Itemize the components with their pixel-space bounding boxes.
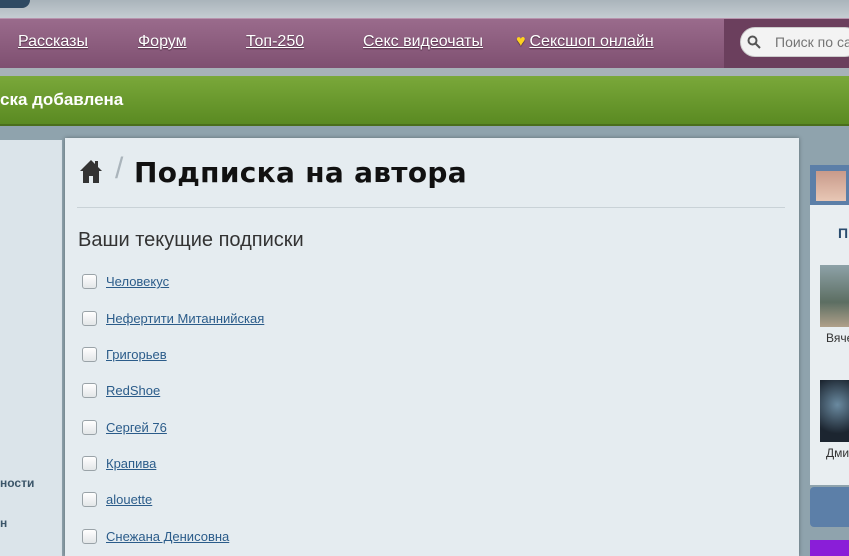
title-divider: [77, 207, 785, 208]
main-content: / Подписка на автора Ваши текущие подпис…: [65, 138, 799, 556]
avatar[interactable]: [816, 171, 846, 201]
breadcrumb-separator: /: [115, 152, 124, 185]
authors-panel: П Вяче Дми: [810, 205, 849, 485]
subscription-link[interactable]: Человекус: [106, 274, 169, 289]
subscription-checkbox[interactable]: [82, 383, 97, 398]
subscription-link[interactable]: Крапива: [106, 456, 156, 471]
left-sidebar: ности н: [0, 140, 62, 556]
search-input[interactable]: [773, 33, 849, 51]
nav-shop[interactable]: ♥ Сексшоп онлайн: [516, 33, 654, 51]
subscription-link[interactable]: Снежана Денисовна: [106, 529, 229, 544]
logo-fragment: [0, 0, 30, 8]
nav-separator: [0, 68, 849, 76]
user-panel: [810, 165, 849, 205]
notice-text: ска добавлена: [0, 90, 124, 109]
subscription-checkbox[interactable]: [82, 456, 97, 471]
subscription-checkbox[interactable]: [82, 274, 97, 289]
search-area: [724, 19, 849, 69]
nav-video-chats[interactable]: Секс видеочаты: [363, 33, 483, 51]
left-link-1[interactable]: ности: [0, 476, 34, 490]
nav-forum[interactable]: Форум: [138, 33, 187, 51]
author-photo[interactable]: [820, 265, 849, 327]
search-icon: [747, 35, 761, 49]
promo-banner[interactable]: [810, 540, 849, 556]
panel-heading: П: [838, 225, 849, 241]
page-title: Подписка на автора: [134, 156, 467, 189]
author-photo[interactable]: [820, 380, 849, 442]
home-icon[interactable]: [79, 158, 103, 184]
subscription-link[interactable]: Григорьев: [106, 347, 167, 362]
success-notice: ска добавлена: [0, 76, 849, 126]
right-sidebar: П Вяче Дми: [810, 165, 849, 556]
author-name[interactable]: Дми: [826, 446, 849, 460]
left-link-2[interactable]: н: [0, 516, 7, 530]
author-name[interactable]: Вяче: [826, 331, 849, 345]
search-field[interactable]: [740, 27, 849, 57]
subscription-checkbox[interactable]: [82, 492, 97, 507]
subscription-checkbox[interactable]: [82, 420, 97, 435]
subscription-checkbox[interactable]: [82, 311, 97, 326]
sidebar-button[interactable]: [810, 487, 849, 527]
heart-icon: ♥: [516, 33, 526, 50]
subscription-link[interactable]: Сергей 76: [106, 420, 167, 435]
top-strip: [0, 0, 849, 18]
nav-stories[interactable]: Рассказы: [18, 33, 88, 51]
subscription-link[interactable]: RedShoe: [106, 383, 160, 398]
subscription-link[interactable]: Нефертити Митаннийская: [106, 311, 264, 326]
section-title: Ваши текущие подписки: [78, 229, 304, 251]
main-navigation: Рассказы Форум Топ-250 Секс видеочаты ♥ С…: [0, 18, 849, 69]
subscription-link[interactable]: alouette: [106, 492, 152, 507]
subscription-checkbox[interactable]: [82, 529, 97, 544]
subscription-checkbox[interactable]: [82, 347, 97, 362]
nav-top-250[interactable]: Топ-250: [246, 33, 304, 51]
nav-shop-label: Сексшоп онлайн: [529, 33, 654, 50]
